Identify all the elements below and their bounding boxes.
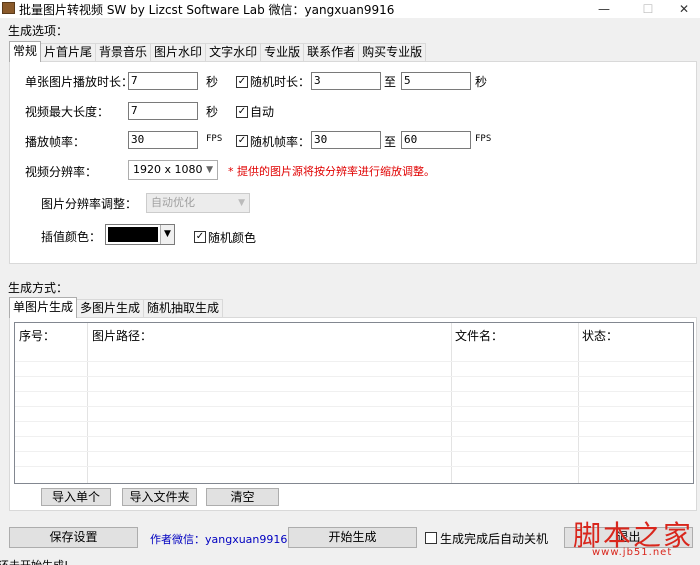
random-fps-max-input[interactable]: 60: [401, 131, 471, 149]
tab-contact-author[interactable]: 联系作者: [303, 43, 360, 62]
title-bar: 批量图片转视频 SW by Lizcst Software Lab 微信：yan…: [0, 0, 700, 18]
random-duration-checkbox[interactable]: ✓: [236, 76, 248, 88]
fps-unit: FPS: [206, 134, 223, 144]
auto-shutdown-label: 生成完成后自动关机: [440, 532, 549, 546]
column-header-status[interactable]: 状态：: [582, 327, 618, 344]
random-duration-to-label: 至: [384, 75, 397, 89]
tab-random-pick[interactable]: 随机抽取生成: [143, 299, 224, 318]
chevron-down-icon: ▼: [206, 165, 213, 175]
duration-unit: 秒: [206, 75, 219, 89]
mode-group-label: 生成方式：: [8, 281, 69, 295]
max-length-input[interactable]: 7: [128, 102, 198, 120]
duration-input[interactable]: 7: [128, 72, 198, 90]
fps-input[interactable]: 30: [128, 131, 198, 149]
chevron-down-icon: ▼: [238, 198, 245, 208]
mode-tab-bar: 单图片生成 多图片生成 随机抽取生成: [9, 297, 224, 318]
random-fps-label: 随机帧率：: [250, 135, 311, 149]
resolution-note: * 提供的图片源将按分辨率进行缩放调整。: [228, 165, 435, 178]
random-duration-max-input[interactable]: 5: [401, 72, 471, 90]
tab-general[interactable]: 常规: [9, 41, 42, 62]
image-list-table[interactable]: 序号： 图片路径： 文件名： 状态：: [14, 322, 694, 484]
auto-checkbox[interactable]: ✓: [236, 106, 248, 118]
column-header-filename[interactable]: 文件名：: [455, 327, 503, 344]
resolution-label: 视频分辨率：: [25, 165, 98, 179]
tab-background-music[interactable]: 背景音乐: [95, 43, 152, 62]
tab-pro[interactable]: 专业版: [260, 43, 305, 62]
random-fps-min-input[interactable]: 30: [311, 131, 381, 149]
maximize-button[interactable]: ☐: [634, 0, 662, 18]
import-folder-button[interactable]: 导入文件夹: [122, 488, 197, 506]
import-single-button[interactable]: 导入单个: [41, 488, 111, 506]
fill-color-label: 插值颜色：: [41, 230, 102, 244]
chevron-down-icon: ▼: [160, 225, 174, 244]
fill-color-picker[interactable]: ▼: [105, 224, 175, 245]
random-color-label: 随机颜色: [208, 231, 257, 245]
tab-image-watermark[interactable]: 图片水印: [150, 43, 207, 62]
resolution-value: 1920 x 1080: [133, 163, 203, 176]
single-image-panel: 序号： 图片路径： 文件名： 状态： 导入单个 导入文件夹 清空: [9, 317, 697, 511]
options-group-label: 生成选项：: [8, 24, 69, 38]
author-wechat-link[interactable]: 作者微信：yangxuan9916: [150, 531, 287, 547]
max-length-unit: 秒: [206, 105, 219, 119]
tab-single-image[interactable]: 单图片生成: [9, 297, 78, 318]
close-button[interactable]: ✕: [670, 0, 698, 18]
minimize-button[interactable]: —: [590, 0, 618, 18]
general-tab-panel: 单张图片播放时长： 7 秒 ✓ 随机时长： 3 至 5 秒 视频最大长度： 7 …: [9, 61, 697, 264]
tab-text-watermark[interactable]: 文字水印: [205, 43, 262, 62]
random-color-checkbox[interactable]: ✓: [194, 231, 206, 243]
clear-button[interactable]: 清空: [206, 488, 279, 506]
tab-buy-pro[interactable]: 购买专业版: [358, 43, 427, 62]
column-header-index[interactable]: 序号：: [19, 327, 55, 344]
auto-label: 自动: [250, 105, 275, 119]
random-duration-min-input[interactable]: 3: [311, 72, 381, 90]
random-fps-unit: FPS: [475, 134, 492, 144]
fps-label: 播放帧率：: [25, 135, 86, 149]
site-watermark-url: www.jb51.net: [592, 547, 673, 558]
app-icon: [2, 2, 15, 14]
tab-intro-outro[interactable]: 片首片尾: [40, 43, 97, 62]
random-duration-unit: 秒: [475, 75, 488, 89]
options-tab-bar: 常规 片首片尾 背景音乐 图片水印 文字水印 专业版 联系作者 购买专业版: [9, 41, 427, 62]
start-generate-button[interactable]: 开始生成: [288, 527, 417, 548]
random-duration-label: 随机时长：: [250, 75, 311, 89]
image-scale-label: 图片分辨率调整：: [41, 197, 138, 211]
save-settings-button[interactable]: 保存设置: [9, 527, 138, 548]
random-fps-checkbox[interactable]: ✓: [236, 135, 248, 147]
random-fps-to-label: 至: [384, 135, 397, 149]
image-scale-value: 自动优化: [151, 196, 195, 209]
fill-color-swatch: [108, 227, 158, 242]
image-scale-dropdown[interactable]: 自动优化 ▼: [146, 193, 250, 213]
column-header-path[interactable]: 图片路径：: [92, 327, 152, 344]
tab-multi-image[interactable]: 多图片生成: [76, 299, 145, 318]
resolution-dropdown[interactable]: 1920 x 1080 ▼: [128, 160, 218, 180]
max-length-label: 视频最大长度：: [25, 105, 110, 119]
auto-shutdown-checkbox[interactable]: [425, 532, 437, 544]
window-title: 批量图片转视频 SW by Lizcst Software Lab 微信：yan…: [19, 3, 395, 17]
duration-label: 单张图片播放时长：: [25, 75, 134, 89]
status-text: 还未开始生成!: [0, 557, 68, 565]
